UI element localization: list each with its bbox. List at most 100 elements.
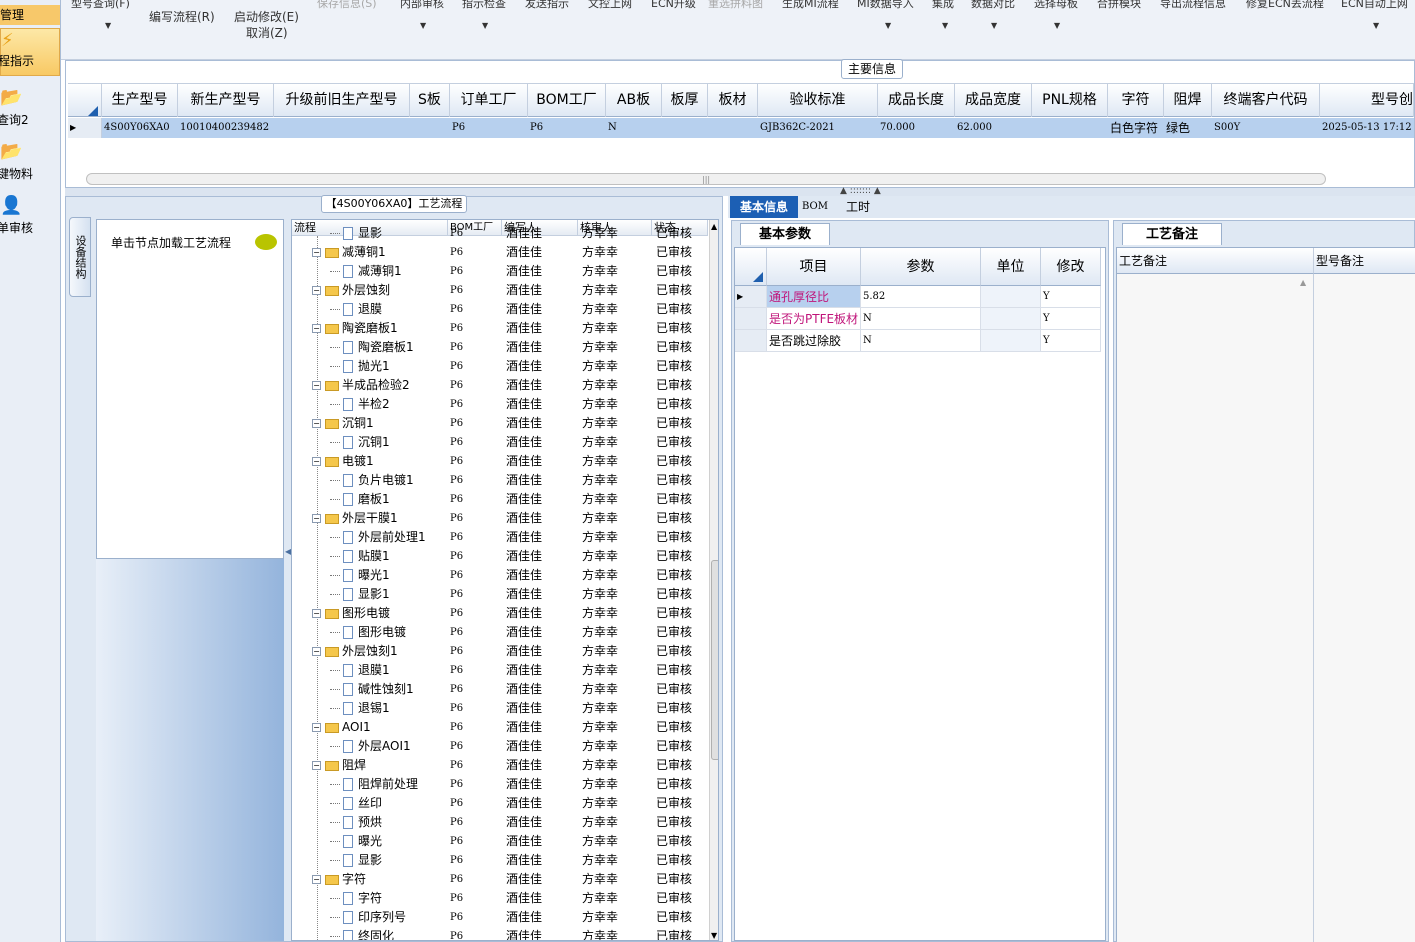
tab-process-remarks[interactable]: 工艺备注 (1122, 223, 1222, 245)
tree-node[interactable]: 外层AOI1 (330, 737, 448, 756)
param-cell-value[interactable]: 5.82 (861, 286, 981, 308)
row-selector[interactable] (735, 330, 767, 352)
collapse-toggle-icon[interactable]: − (312, 419, 321, 428)
tree-row[interactable]: 字符 P6 酒佳佳 方幸幸 已审核 (292, 889, 708, 908)
collapse-toggle-icon[interactable]: − (312, 609, 321, 618)
tree-row[interactable]: 终固化 P6 酒佳佳 方幸幸 已审核 (292, 927, 708, 940)
tree-row[interactable]: 抛光1 P6 酒佳佳 方幸幸 已审核 (292, 357, 708, 376)
column-header[interactable]: 板厚 (662, 84, 708, 117)
collapse-toggle-icon[interactable]: − (312, 248, 321, 257)
tree-row[interactable]: 曝光1 P6 酒佳佳 方幸幸 已审核 (292, 566, 708, 585)
cell[interactable]: S00Y (1212, 118, 1320, 138)
column-header[interactable]: 新生产型号 (178, 84, 274, 117)
cell[interactable]: 62.000 (955, 118, 1032, 138)
cancel-button[interactable]: 取消(Z) (246, 24, 288, 41)
param-cell-item[interactable]: 通孔厚径比 (767, 286, 861, 308)
tree-node[interactable]: 退膜1 (330, 661, 448, 680)
tree-node[interactable]: 减薄铜1 (330, 262, 448, 281)
tree-row[interactable]: 丝印 P6 酒佳佳 方幸幸 已审核 (292, 794, 708, 813)
tree-row[interactable]: 退膜1 P6 酒佳佳 方幸幸 已审核 (292, 661, 708, 680)
send-instruction-button[interactable]: 发送指示 (525, 0, 569, 11)
tree-row[interactable]: − 陶瓷磨板1 P6 酒佳佳 方幸幸 已审核 (292, 319, 708, 338)
tree-node[interactable]: − 字符 (312, 870, 448, 889)
process-remark-field[interactable] (1117, 274, 1314, 942)
collapse-toggle-icon[interactable]: − (312, 457, 321, 466)
node-nav-box[interactable]: 单击节点加载工艺流程 (96, 219, 284, 559)
tree-node[interactable]: − 电镀1 (312, 452, 448, 471)
cell[interactable] (274, 118, 410, 138)
tree-row[interactable]: 减薄铜1 P6 酒佳佳 方幸幸 已审核 (292, 262, 708, 281)
tree-node[interactable]: 字符 (330, 889, 448, 908)
tree-node[interactable]: 阻焊前处理 (330, 775, 448, 794)
tree-row[interactable]: 图形电镀 P6 酒佳佳 方幸幸 已审核 (292, 623, 708, 642)
tree-node[interactable]: 沉铜1 (330, 433, 448, 452)
cell[interactable] (410, 118, 450, 138)
tree-node[interactable]: − 外层蚀刻1 (312, 642, 448, 661)
param-row[interactable]: 是否为PTFE板材 N Y (735, 308, 1105, 330)
column-header[interactable]: S板 (410, 84, 450, 117)
collapse-toggle-icon[interactable]: − (312, 647, 321, 656)
column-header[interactable]: 板材 (708, 84, 758, 117)
param-cell-value[interactable]: N (861, 330, 981, 352)
scroll-up-icon[interactable]: ▲ (711, 222, 717, 231)
tree-row[interactable]: 磨板1 P6 酒佳佳 方幸幸 已审核 (292, 490, 708, 509)
tree-node[interactable]: − 外层蚀刻 (312, 281, 448, 300)
cell[interactable]: N (606, 118, 662, 138)
select-mother-board-button[interactable]: 选择母板 ▼ (1034, 0, 1078, 30)
tree-row[interactable]: − 半成品检验2 P6 酒佳佳 方幸幸 已审核 (292, 376, 708, 395)
collapse-toggle-icon[interactable]: − (312, 324, 321, 333)
scroll-down-icon[interactable]: ▼ (711, 931, 717, 940)
column-header[interactable]: 字符 (1108, 84, 1164, 117)
param-cell-unit[interactable] (981, 286, 1041, 308)
column-header[interactable]: 订单工厂 (450, 84, 528, 117)
column-header[interactable]: 参数 (861, 248, 981, 286)
model-remark-field[interactable] (1314, 274, 1415, 942)
tree-node[interactable]: 终固化 (330, 927, 448, 940)
tree-row[interactable]: 半检2 P6 酒佳佳 方幸幸 已审核 (292, 395, 708, 414)
param-cell-edit[interactable]: Y (1041, 330, 1101, 352)
tree-row[interactable]: − 外层蚀刻 P6 酒佳佳 方幸幸 已审核 (292, 281, 708, 300)
horizontal-splitter[interactable]: ▲ ::::::: ▲ (65, 186, 1415, 196)
scroll-thumb[interactable] (711, 560, 718, 760)
collapse-toggle-icon[interactable]: − (312, 514, 321, 523)
collapse-handle-icon[interactable]: ◀ (285, 547, 291, 607)
tree-node[interactable]: 退锡1 (330, 699, 448, 718)
cell[interactable]: 2025-05-13 17:12 (1320, 118, 1414, 138)
param-cell-edit[interactable]: Y (1041, 286, 1101, 308)
cell[interactable]: 绿色 (1164, 118, 1212, 138)
tree-node[interactable]: − 外层干膜1 (312, 509, 448, 528)
save-info-button[interactable]: 保存信息(S) (317, 0, 377, 11)
column-header[interactable]: 验收标准 (758, 84, 878, 117)
tree-node[interactable]: 显影1 (330, 585, 448, 604)
column-header[interactable]: 升级前旧生产型号 (274, 84, 410, 117)
left-nav-item-query2[interactable]: 📂 查询2 (0, 86, 60, 134)
tree-row[interactable]: 退膜 P6 酒佳佳 方幸幸 已审核 (292, 300, 708, 319)
model-query-button[interactable]: 型号查询(F) ▼ (71, 0, 130, 30)
collapse-toggle-icon[interactable]: − (312, 723, 321, 732)
cell[interactable]: 白色字符 (1108, 118, 1164, 138)
fix-ecn-flow-button[interactable]: 修复ECN丢流程 (1246, 0, 1324, 11)
tree-row[interactable]: − 阻焊 P6 酒佳佳 方幸幸 已审核 (292, 756, 708, 775)
tree-row[interactable]: − 减薄铜1 P6 酒佳佳 方幸幸 已审核 (292, 243, 708, 262)
tree-node[interactable]: 曝光1 (330, 566, 448, 585)
collapse-toggle-icon[interactable]: − (312, 286, 321, 295)
tree-row[interactable]: 沉铜1 P6 酒佳佳 方幸幸 已审核 (292, 433, 708, 452)
tree-node[interactable]: 陶瓷磨板1 (330, 338, 448, 357)
cell[interactable]: P6 (450, 118, 528, 138)
cell[interactable] (662, 118, 708, 138)
tree-node[interactable]: 显影 (330, 224, 448, 243)
reselect-layout-button[interactable]: 重选拼料图 (708, 0, 763, 11)
column-header[interactable]: 单位 (981, 248, 1041, 286)
tree-node[interactable]: 显影 (330, 851, 448, 870)
param-cell-value[interactable]: N (861, 308, 981, 330)
column-header[interactable]: 成品宽度 (955, 84, 1032, 117)
column-header[interactable]: AB板 (606, 84, 662, 117)
tab-basic-params[interactable]: 基本参数 (740, 223, 830, 245)
main-info-row[interactable]: ▶ 4S00Y06XA0 10010400239482 P6 P6 N GJB3… (68, 118, 1414, 138)
instruction-check-button[interactable]: 指示检查 ▼ (462, 0, 506, 30)
tree-row[interactable]: − 外层干膜1 P6 酒佳佳 方幸幸 已审核 (292, 509, 708, 528)
column-header[interactable]: 项目 (767, 248, 861, 286)
param-row[interactable]: ▶ 通孔厚径比 5.82 Y (735, 286, 1105, 308)
collapse-toggle-icon[interactable]: − (312, 875, 321, 884)
tree-node[interactable]: − 陶瓷磨板1 (312, 319, 448, 338)
